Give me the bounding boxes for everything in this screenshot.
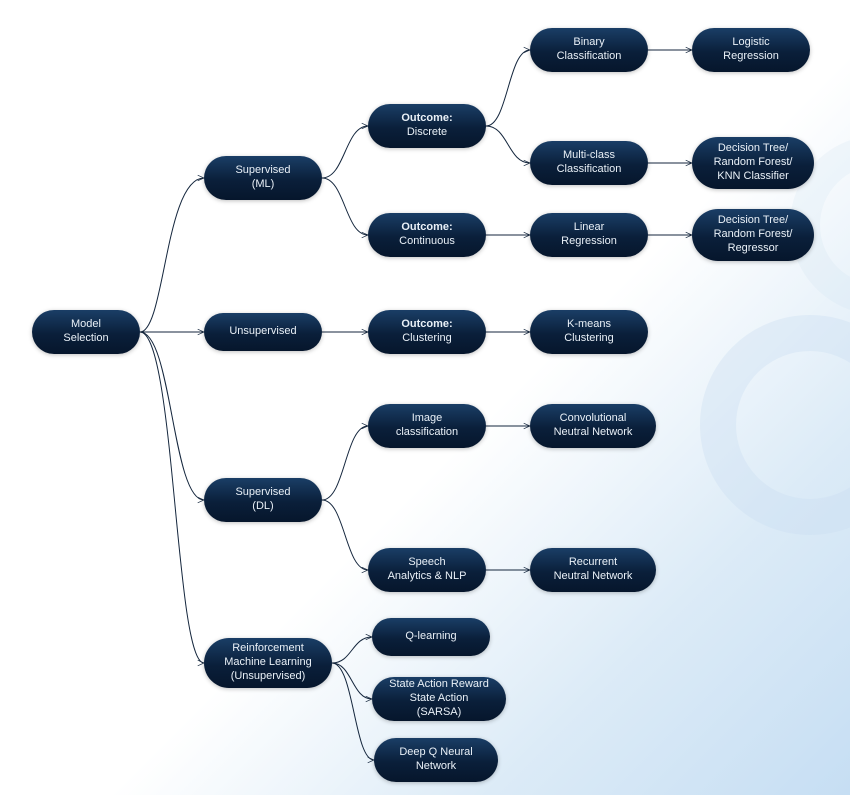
label: Outcome:: [401, 318, 452, 332]
node-dt-rf-regressor: Decision Tree/ Random Forest/ Regressor: [692, 209, 814, 261]
node-q-learning: Q-learning: [372, 618, 490, 656]
node-unsupervised: Unsupervised: [204, 313, 322, 351]
diagram-stage: Model Selection Supervised (ML) Unsuperv…: [0, 0, 850, 795]
node-linear-regression: Linear Regression: [530, 213, 648, 257]
label: Outcome:: [401, 221, 452, 235]
label: Outcome:: [401, 112, 452, 126]
node-rnn: Recurrent Neutral Network: [530, 548, 656, 592]
node-multiclass-classification: Multi-class Classification: [530, 141, 648, 185]
node-cnn: Convolutional Neutral Network: [530, 404, 656, 448]
node-outcome-discrete: Outcome: Discrete: [368, 104, 486, 148]
node-outcome-continuous: Outcome: Continuous: [368, 213, 486, 257]
node-dt-rf-knn: Decision Tree/ Random Forest/ KNN Classi…: [692, 137, 814, 189]
node-kmeans: K-means Clustering: [530, 310, 648, 354]
value: Clustering: [402, 332, 452, 346]
node-deep-q: Deep Q Neural Network: [374, 738, 498, 782]
node-sarsa: State Action Reward State Action (SARSA): [372, 677, 506, 721]
value: Discrete: [407, 126, 447, 140]
node-image-classification: Image classification: [368, 404, 486, 448]
node-supervised-ml: Supervised (ML): [204, 156, 322, 200]
node-reinforcement: Reinforcement Machine Learning (Unsuperv…: [204, 638, 332, 688]
node-speech-nlp: Speech Analytics & NLP: [368, 548, 486, 592]
node-binary-classification: Binary Classification: [530, 28, 648, 72]
node-supervised-dl: Supervised (DL): [204, 478, 322, 522]
node-logistic-regression: Logistic Regression: [692, 28, 810, 72]
node-model-selection: Model Selection: [32, 310, 140, 354]
node-outcome-clustering: Outcome: Clustering: [368, 310, 486, 354]
value: Continuous: [399, 235, 455, 249]
